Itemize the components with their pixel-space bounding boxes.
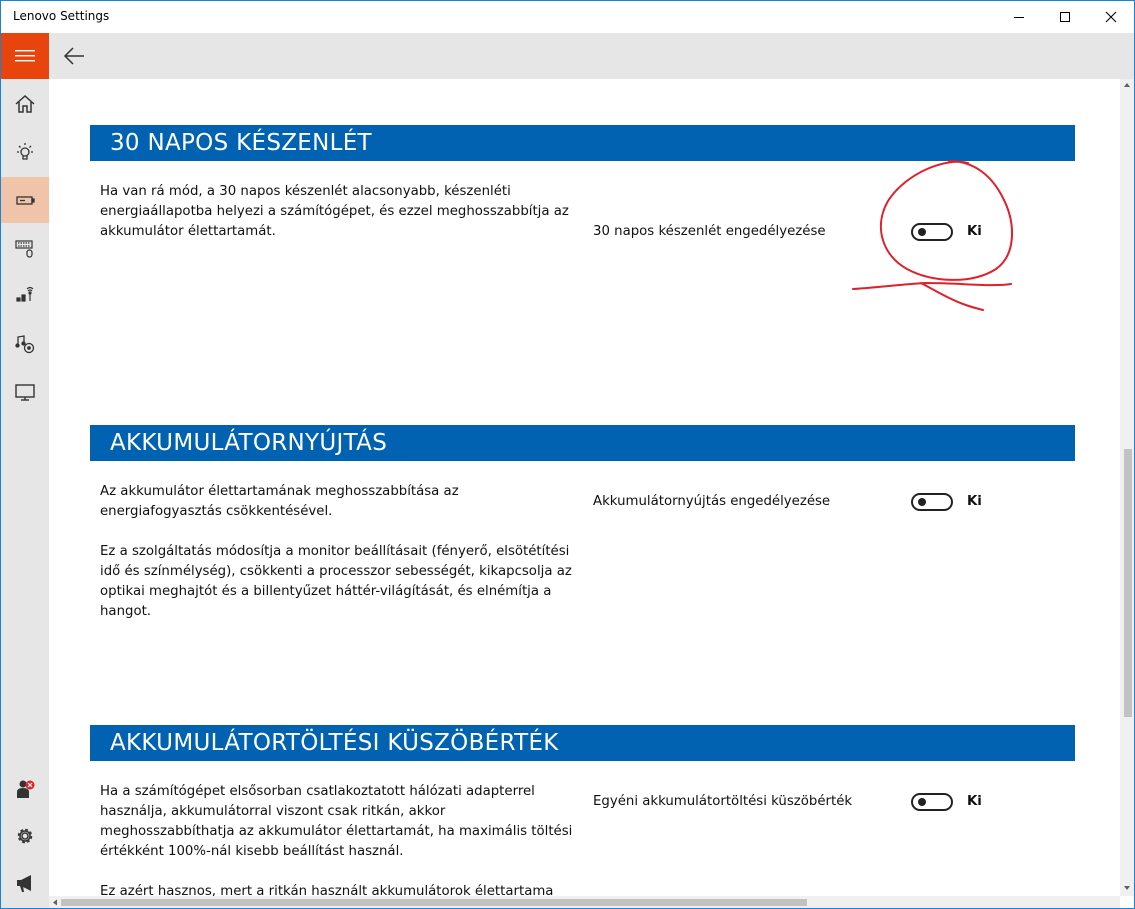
- section-heading: 30 NAPOS KÉSZENLÉT: [110, 130, 372, 156]
- setting-label: 30 napos készenlét engedélyezése: [593, 224, 826, 239]
- back-button[interactable]: [59, 42, 89, 70]
- sidebar-item-account[interactable]: [1, 766, 49, 812]
- gear-icon: [17, 828, 33, 844]
- close-icon: [1105, 11, 1117, 23]
- section-header: AKKUMULÁTORNYÚJTÁS: [90, 425, 1075, 461]
- setting-label: Akkumulátornyújtás engedélyezése: [593, 494, 831, 509]
- toggle-knob: [918, 498, 926, 506]
- scroll-left-icon: [53, 899, 57, 906]
- sidebar-item-lighting[interactable]: [1, 129, 49, 175]
- sidebar-item-battery[interactable]: [1, 177, 49, 223]
- hamburger-menu-button[interactable]: [1, 33, 49, 79]
- user-alert-icon: [17, 780, 35, 798]
- section-description: Az akkumulátor élettartamának meghosszab…: [100, 482, 580, 642]
- charge-threshold-toggle[interactable]: [911, 793, 953, 811]
- description-paragraph: Ha van rá mód, a 30 napos készenlét alac…: [100, 184, 569, 239]
- network-icon: [16, 286, 34, 302]
- home-icon: [15, 94, 35, 113]
- scroll-up-icon: [1124, 83, 1130, 87]
- hamburger-icon: [15, 50, 35, 62]
- description-paragraph: Az akkumulátor élettartamának meghosszab…: [100, 484, 459, 519]
- maximize-icon: [1060, 12, 1070, 22]
- keyboard-mouse-icon: [15, 240, 33, 258]
- section-description: Ha van rá mód, a 30 napos készenlét alac…: [100, 182, 580, 262]
- app-window: Lenovo Settings 30 NAPOS KÉSZENLÉT Ha va…: [0, 0, 1135, 909]
- back-arrow-icon: [63, 47, 84, 65]
- display-icon: [15, 384, 35, 401]
- battery-extension-toggle[interactable]: [911, 493, 953, 511]
- setting-label: Egyéni akkumulátortöltési küszöbérték: [593, 794, 853, 809]
- settings-content: 30 NAPOS KÉSZENLÉT Ha van rá mód, a 30 n…: [49, 79, 1120, 896]
- section-description: Ha a számítógépet elsősorban csatlakozta…: [100, 782, 580, 896]
- section-header: AKKUMULÁTORTÖLTÉSI KÜSZÖBÉRTÉK: [90, 725, 1075, 761]
- sidebar-item-display[interactable]: [1, 369, 49, 415]
- horizontal-scroll-thumb[interactable]: [61, 899, 807, 906]
- sidebar-item-input[interactable]: [1, 225, 49, 271]
- title-bar: Lenovo Settings: [1, 1, 1134, 33]
- toggle-state: Ki: [967, 494, 982, 509]
- minimize-icon: [1014, 17, 1024, 18]
- toggle-knob: [918, 228, 926, 236]
- megaphone-icon: [17, 875, 31, 892]
- section-heading: AKKUMULÁTORNYÚJTÁS: [110, 430, 388, 456]
- standby-toggle[interactable]: [911, 223, 953, 241]
- navigation-bar: [49, 33, 1134, 79]
- horizontal-scrollbar[interactable]: [49, 896, 1120, 908]
- toggle-knob: [918, 798, 926, 806]
- description-paragraph: Ha a számítógépet elsősorban csatlakozta…: [100, 784, 573, 859]
- description-paragraph: Ez azért hasznos, mert a ritkán használt…: [100, 884, 554, 896]
- section-header: 30 NAPOS KÉSZENLÉT: [90, 125, 1075, 161]
- scroll-down-icon: [1124, 886, 1130, 890]
- maximize-button[interactable]: [1042, 1, 1088, 33]
- sidebar: [1, 33, 49, 908]
- lightbulb-icon: [17, 143, 33, 160]
- vertical-scrollbar[interactable]: [1120, 79, 1134, 896]
- minimize-button[interactable]: [996, 1, 1042, 33]
- vertical-scroll-thumb[interactable]: [1124, 449, 1132, 717]
- toggle-state: Ki: [967, 794, 982, 809]
- window-title: Lenovo Settings: [13, 9, 110, 23]
- description-paragraph: Ez a szolgáltatás módosítja a monitor be…: [100, 544, 572, 619]
- sidebar-item-network[interactable]: [1, 273, 49, 319]
- sidebar-item-audio-video[interactable]: [1, 321, 49, 367]
- section-heading: AKKUMULÁTORTÖLTÉSI KÜSZÖBÉRTÉK: [110, 730, 559, 756]
- battery-icon: [16, 196, 35, 205]
- close-button[interactable]: [1088, 1, 1134, 33]
- sidebar-item-settings[interactable]: [1, 813, 49, 859]
- sidebar-item-home[interactable]: [1, 81, 49, 127]
- sidebar-item-feedback[interactable]: [1, 860, 49, 906]
- audio-video-icon: [15, 335, 35, 354]
- toggle-state: Ki: [967, 224, 982, 239]
